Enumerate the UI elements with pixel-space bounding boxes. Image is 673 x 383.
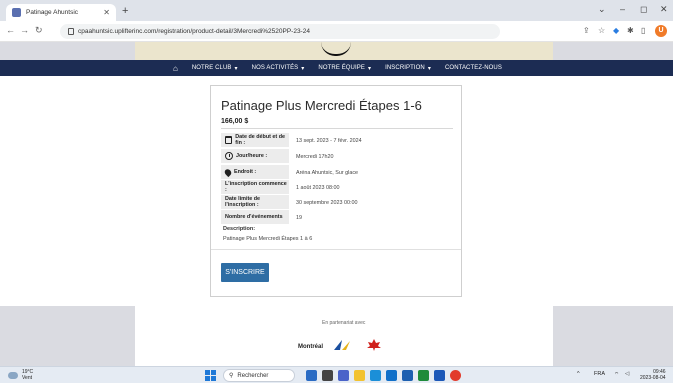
product-price: 166,00 $ [221, 118, 249, 125]
task-view-icon[interactable] [322, 370, 333, 381]
outlook-icon[interactable] [402, 370, 413, 381]
nav-item-inscription[interactable]: INSCRIPTION ▾ [385, 65, 431, 72]
mail-icon[interactable] [386, 370, 397, 381]
chevron-down-icon: ▾ [301, 65, 305, 72]
bookmark-star-icon[interactable]: ☆ [598, 26, 605, 35]
maple-leaf-logo[interactable] [366, 338, 382, 352]
site-favicon-icon [12, 8, 21, 17]
map-pin-icon [223, 167, 233, 177]
file-explorer-icon[interactable] [354, 370, 365, 381]
detail-row-day-time: Jour/heure : Mercredi 17h20 [221, 149, 333, 164]
browser-tab[interactable]: Patinage Ahuntsic ✕ [6, 4, 116, 21]
montreal-logo[interactable]: Montréal [298, 344, 323, 350]
taskbar-search[interactable]: ⚲ Rechercher [223, 369, 295, 382]
nav-item-notre-club[interactable]: NOTRE CLUB ▾ [192, 65, 238, 72]
search-icon: ⚲ [229, 373, 234, 379]
photos-icon[interactable] [370, 370, 381, 381]
home-icon[interactable]: ⌂ [173, 64, 178, 73]
sidepanel-icon[interactable]: ▯ [641, 26, 645, 35]
puzzle-icon[interactable]: ✱ [627, 26, 634, 35]
language-indicator[interactable]: FRA [594, 371, 605, 377]
product-title: Patinage Plus Mercredi Étapes 1-6 [221, 98, 422, 113]
close-tab-icon[interactable]: ✕ [103, 8, 110, 17]
weather-icon [8, 371, 18, 379]
detail-row-event-count: Nombre d'événements 19 [221, 210, 302, 225]
clock-icon [225, 152, 233, 160]
forward-icon[interactable]: → [20, 25, 29, 35]
calendar-icon [225, 136, 233, 144]
windows-taskbar: 19°C Vent ⚲ Rechercher ^ FRA ⌔ ◁ 09:46 202… [0, 366, 673, 383]
detail-row-registration-start: L'inscription commence : 1 août 2023 08:… [221, 180, 339, 195]
partner-text: En partenariat avec [322, 320, 366, 326]
lock-icon[interactable] [68, 28, 74, 35]
chrome-icon[interactable] [450, 370, 461, 381]
windows-start-icon[interactable] [205, 370, 216, 381]
description-label: Description: [223, 226, 256, 232]
url-text: cpaahuntsic.uplifterinc.com/registration… [78, 28, 310, 35]
minimize-icon[interactable]: – [620, 4, 625, 14]
nav-item-nos-activites[interactable]: NOS ACTIVITÉS ▾ [252, 65, 305, 72]
reload-icon[interactable]: ↻ [35, 25, 43, 36]
divider [221, 128, 453, 129]
wifi-icon[interactable]: ⌔ [614, 371, 619, 378]
back-icon[interactable]: ← [6, 25, 15, 35]
excel-icon[interactable] [418, 370, 429, 381]
description-text: Patinage Plus Mercredi Étapes 1 à 6 [223, 236, 313, 242]
chevron-down-icon[interactable]: ⌄ [598, 4, 606, 15]
taskbar-clock[interactable]: 09:46 2023-08-04 [640, 369, 666, 381]
new-tab-button[interactable]: + [122, 5, 128, 17]
url-field[interactable]: cpaahuntsic.uplifterinc.com/registration… [60, 24, 500, 39]
share-icon[interactable]: ⇪ [583, 26, 590, 35]
close-window-icon[interactable]: ✕ [660, 4, 668, 15]
chevron-down-icon: ▾ [427, 65, 431, 72]
detail-row-location: Endroit : Aréna Ahuntsic, Sur glace [221, 165, 358, 180]
chevron-up-icon[interactable]: ^ [577, 371, 580, 377]
chevron-down-icon: ▾ [234, 65, 238, 72]
extension-icon[interactable]: ◆ [613, 26, 619, 35]
chevron-down-icon: ▾ [367, 65, 372, 72]
nav-item-contactez-nous[interactable]: CONTACTEZ-NOUS [445, 65, 502, 71]
widgets-icon[interactable] [306, 370, 317, 381]
profile-avatar[interactable]: U [655, 25, 667, 37]
main-navigation: ⌂ NOTRE CLUB ▾ NOS ACTIVITÉS ▾ NOTRE ÉQUIP… [0, 60, 673, 76]
tab-title: Patinage Ahuntsic [26, 9, 79, 16]
address-bar-row: ← → ↻ cpaahuntsic.uplifterinc.com/regist… [0, 21, 673, 42]
teams-icon[interactable] [338, 370, 349, 381]
site-footer [0, 306, 673, 366]
volume-icon[interactable]: ◁ [625, 371, 629, 377]
detail-row-registration-deadline: Date limite de l'inscription : 30 septem… [221, 195, 357, 210]
maximize-icon[interactable]: ◻ [640, 4, 647, 15]
nav-item-notre-equipe[interactable]: NOTRE ÉQUIPE ▾ [318, 65, 371, 72]
detail-row-dates: Date de début et de fin : 13 sept. 2023 … [221, 133, 362, 148]
divider [211, 249, 461, 250]
patinage-canada-logo[interactable] [332, 338, 354, 352]
weather-widget[interactable]: 19°C Vent [8, 369, 33, 381]
browser-tabbar: Patinage Ahuntsic ✕ + ⌄ – ◻ ✕ [0, 0, 673, 21]
register-button[interactable]: S'INSCRIRE [221, 263, 269, 282]
word-icon[interactable] [434, 370, 445, 381]
